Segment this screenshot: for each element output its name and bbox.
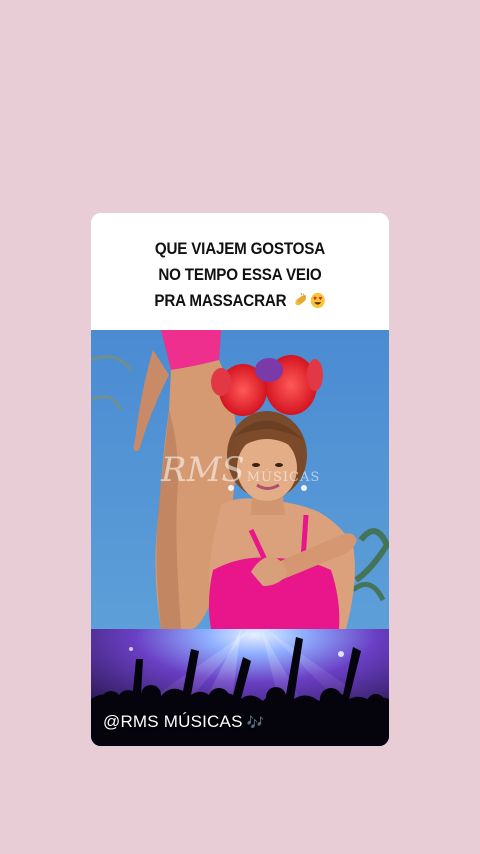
channel-handle: @RMS MÚSICAS xyxy=(103,712,243,731)
story-card: QUE VIAJEM GOSTOSA NO TEMPO ESSA VEIO PR… xyxy=(91,213,389,746)
caption-line-3-wrap: PRA MASSACRAR xyxy=(154,288,325,314)
clapping-hands-icon xyxy=(295,292,306,305)
caption-line-1: QUE VIAJEM GOSTOSA xyxy=(154,239,326,258)
heart-eyes-icon xyxy=(310,292,325,308)
music-notes-icon: 🎶 xyxy=(246,714,265,730)
watermark-label: MÚSICAS xyxy=(246,470,321,485)
caption-text: QUE VIAJEM GOSTOSA NO TEMPO ESSA VEIO PR… xyxy=(154,236,325,314)
watermark-logo: RMS xyxy=(161,450,245,490)
dance-video[interactable]: RMS MÚSICAS xyxy=(91,330,389,629)
caption-line-3: PRA MASSACRAR xyxy=(154,291,287,310)
channel-handle-row: @RMS MÚSICAS 🎶 xyxy=(103,712,264,732)
concert-banner: @RMS MÚSICAS 🎶 xyxy=(91,629,389,746)
caption-box: QUE VIAJEM GOSTOSA NO TEMPO ESSA VEIO PR… xyxy=(91,213,389,330)
caption-line-2: NO TEMPO ESSA VEIO xyxy=(158,265,322,284)
watermark: RMS MÚSICAS xyxy=(161,450,320,490)
